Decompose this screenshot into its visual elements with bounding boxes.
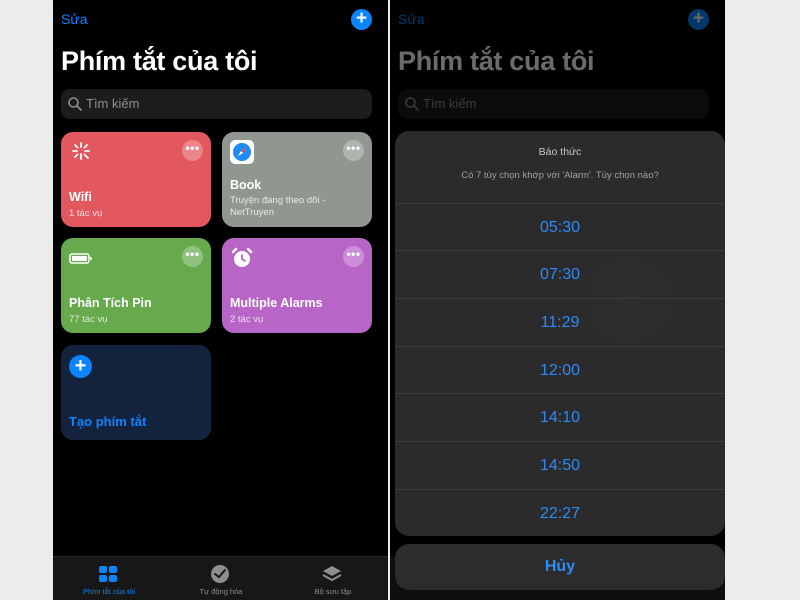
search-input[interactable]: Tìm kiếm — [61, 89, 372, 119]
alert-title: Báo thức — [538, 146, 582, 158]
shortcut-name: Phân Tích Pin — [69, 296, 152, 310]
alarm-option-button[interactable]: 14:50 — [395, 441, 725, 488]
tab-label: Tự động hóa — [199, 587, 243, 596]
create-shortcut-card[interactable]: + Tạo phím tắt — [61, 345, 211, 440]
edit-button: Sửa — [398, 11, 425, 27]
more-options-button[interactable]: ••• — [182, 246, 203, 267]
shortcut-name: Multiple Alarms — [230, 296, 323, 310]
alarm-option-button[interactable]: 12:00 — [395, 346, 725, 393]
screenshot-canvas: Sửa + Phím tắt của tôi Tìm kiếm ••• Wifi — [0, 0, 800, 600]
shortcut-name: Wifi — [69, 190, 92, 204]
edit-button[interactable]: Sửa — [61, 11, 88, 27]
shortcut-card-multiple-alarms[interactable]: ••• Multiple Alarms 2 tác vụ — [222, 238, 372, 333]
shortcut-subtitle: 1 tác vụ — [69, 208, 103, 219]
shortcut-subtitle: Truyện đang theo dõi - NetTruyen — [230, 195, 326, 218]
shortcuts-screen: Sửa + Phím tắt của tôi Tìm kiếm ••• Wifi — [53, 0, 388, 600]
alarm-option-button[interactable]: 05:30 — [395, 203, 725, 250]
tab-label: Bộ sưu tập — [314, 587, 352, 596]
alarm-option-button[interactable]: 14:10 — [395, 393, 725, 440]
add-shortcut-button: + — [688, 9, 709, 30]
alarm-picker-screen: Sửa + Phím tắt của tôi Tìm kiếm Báo thức… — [390, 0, 725, 600]
tab-gallery[interactable]: Bộ sưu tập — [277, 557, 388, 600]
battery-icon — [69, 253, 92, 264]
alert-message: Có 7 tùy chọn khớp với 'Alarm'. Tùy chọn… — [461, 170, 659, 181]
shortcut-subtitle: 77 tác vụ — [69, 314, 108, 325]
page-title: Phím tắt của tôi — [398, 46, 595, 76]
layers-icon — [322, 566, 342, 582]
search-icon — [68, 97, 82, 111]
more-options-button[interactable]: ••• — [343, 246, 364, 267]
add-shortcut-button[interactable]: + — [351, 9, 372, 30]
cancel-button[interactable]: Hủy — [395, 544, 725, 590]
more-options-button[interactable]: ••• — [182, 140, 203, 161]
safari-compass-icon — [230, 140, 254, 164]
page-title: Phím tắt của tôi — [61, 46, 258, 76]
alarm-option-button[interactable]: 22:27 — [395, 489, 725, 536]
grid-icon — [99, 566, 117, 582]
shortcut-card-battery-analysis[interactable]: ••• Phân Tích Pin 77 tác vụ — [61, 238, 211, 333]
shortcut-card-wifi[interactable]: ••• Wifi 1 tác vụ — [61, 132, 211, 227]
shortcut-card-book[interactable]: ••• Book Truyện đang theo dõi - NetTruye… — [222, 132, 372, 227]
sparkle-icon — [72, 142, 90, 160]
search-input: Tìm kiếm — [398, 89, 709, 119]
shortcut-name: Book — [230, 178, 262, 192]
clock-check-icon — [211, 565, 229, 583]
plus-icon: + — [69, 355, 92, 378]
tab-my-shortcuts[interactable]: Phím tắt của tôi — [53, 557, 165, 600]
search-placeholder: Tìm kiếm — [86, 96, 140, 111]
shortcut-subtitle: 2 tác vụ — [230, 314, 264, 325]
action-sheet: Báo thức Có 7 tùy chọn khớp với 'Alarm'.… — [395, 131, 725, 536]
alarm-option-button[interactable]: 11:29 — [395, 298, 725, 345]
tab-label: Phím tắt của tôi — [82, 587, 136, 596]
create-shortcut-label: Tạo phím tắt — [69, 414, 147, 429]
more-options-button[interactable]: ••• — [343, 140, 364, 161]
tab-automation[interactable]: Tự động hóa — [165, 557, 277, 600]
search-placeholder: Tìm kiếm — [423, 96, 477, 111]
alarm-option-button[interactable]: 07:30 — [395, 250, 725, 297]
tab-bar: Phím tắt của tôi Tự động hóa Bộ sưu tập — [53, 556, 388, 600]
alarm-clock-icon — [231, 247, 253, 267]
search-icon — [405, 97, 419, 111]
